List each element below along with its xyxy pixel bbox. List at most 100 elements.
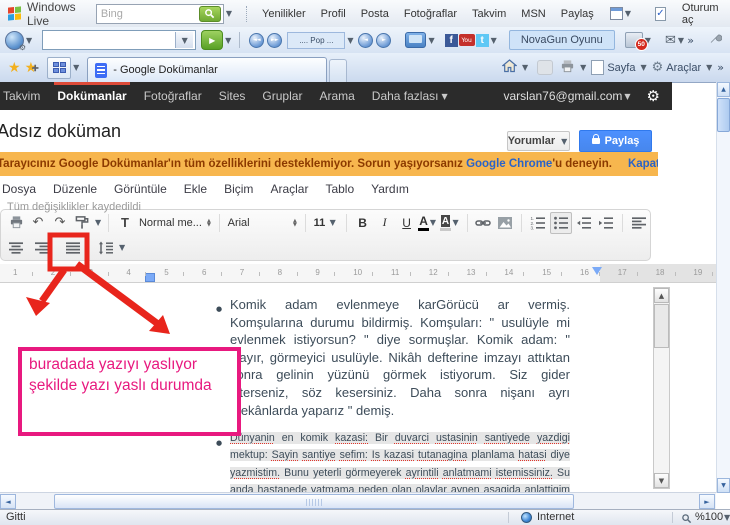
gbar-item-dokumanlar[interactable]: Dokümanlar: [54, 82, 131, 110]
wrench-icon[interactable]: [708, 31, 723, 50]
styles-format-icon[interactable]: T: [115, 213, 135, 233]
twitter-icon[interactable]: t: [475, 33, 489, 47]
live-link-fotograflar[interactable]: Fotoğraflar: [404, 8, 457, 20]
globe-settings-icon[interactable]: [5, 30, 26, 52]
justify-button[interactable]: [63, 238, 83, 258]
print-button[interactable]: [6, 213, 26, 233]
home-dropdown-icon[interactable]: ▼: [522, 63, 528, 72]
volume-down-button[interactable]: ◄: [358, 32, 374, 48]
gbar-item-fotograflar[interactable]: Fotoğraflar: [143, 82, 203, 110]
line-spacing-dropdown-icon[interactable]: ▼: [119, 243, 125, 252]
banner-close-link[interactable]: Kapat: [628, 158, 658, 170]
overflow-chevron[interactable]: »: [687, 34, 694, 47]
zoom-dropdown-icon[interactable]: ▼: [724, 513, 730, 522]
gbar-item-gruplar[interactable]: Gruplar: [261, 82, 303, 110]
editor-scrollbar[interactable]: ▲ ▼: [653, 287, 670, 489]
gbar-item-daha-fazlasi[interactable]: Daha fazlası: [371, 82, 440, 110]
browser-scroll-thumb[interactable]: [717, 98, 730, 132]
address-combo-input[interactable]: ▼: [42, 30, 197, 50]
tools-menu[interactable]: Araçlar: [666, 62, 701, 74]
home-icon[interactable]: [501, 59, 518, 76]
mail-dropdown-icon[interactable]: ▼: [678, 36, 684, 45]
window-layout-icon[interactable]: [609, 7, 623, 20]
quick-tabs-button[interactable]: [47, 56, 72, 79]
live-link-paylas[interactable]: Paylaş: [561, 8, 594, 20]
tv-icon[interactable]: [405, 32, 427, 48]
menu-goruntule[interactable]: Görüntüle: [114, 182, 167, 196]
menu-tablo[interactable]: Tablo: [325, 182, 354, 196]
combo-dropdown-icon[interactable]: ▼: [175, 32, 194, 48]
bing-search-box[interactable]: [95, 3, 224, 24]
menu-duzenle[interactable]: Düzenle: [53, 182, 97, 196]
browser-scrollbar[interactable]: ▲ ▼: [716, 82, 730, 493]
scroll-left-button[interactable]: ◄: [0, 494, 16, 509]
search-icon[interactable]: [198, 5, 221, 22]
italic-button[interactable]: I: [375, 213, 395, 233]
novagun-button[interactable]: NovaGun Oyunu: [508, 30, 615, 50]
go-dropdown-icon[interactable]: ▼: [225, 36, 231, 45]
go-button[interactable]: ▶: [201, 30, 224, 50]
radio-station-label[interactable]: .... Pop ...: [287, 31, 346, 49]
live-link-posta[interactable]: Posta: [361, 8, 389, 20]
undo-button[interactable]: ↶: [28, 213, 48, 233]
editor-scroll-up-button[interactable]: ▲: [654, 288, 669, 303]
highlight-color-button[interactable]: A ▼: [439, 213, 461, 233]
live-link-yenilikler[interactable]: Yenilikler: [262, 8, 306, 20]
text-color-button[interactable]: A ▼: [418, 213, 439, 233]
browser-scroll-down-button[interactable]: ▼: [717, 478, 730, 493]
account-dropdown-icon[interactable]: ▼: [624, 92, 630, 101]
font-dropdown[interactable]: Arial ▲ ▼: [225, 213, 300, 232]
live-link-profil[interactable]: Profil: [321, 8, 346, 20]
menu-bicim[interactable]: Biçim: [224, 182, 253, 196]
search-dropdown-icon[interactable]: ▼: [226, 9, 232, 18]
media-previous-button[interactable]: ◄◄: [249, 32, 265, 48]
globe-dropdown-icon[interactable]: ▼: [26, 36, 32, 45]
left-indent-marker[interactable]: [145, 273, 155, 282]
scroll-right-button[interactable]: ►: [699, 494, 715, 509]
numbered-list-button[interactable]: 1. 2. 3.: [528, 213, 548, 233]
tabbar-overflow-chevron[interactable]: »: [717, 61, 724, 74]
layout-dropdown-icon[interactable]: ▼: [625, 9, 631, 18]
volume-up-button[interactable]: ►: [376, 32, 392, 48]
menu-yardim[interactable]: Yardım: [371, 182, 409, 196]
redo-button[interactable]: ↷: [50, 213, 70, 233]
gbar-item-takvim[interactable]: Takvim: [2, 82, 41, 110]
paint-dropdown-icon[interactable]: ▼: [95, 218, 101, 227]
share-button[interactable]: Paylaş: [579, 130, 652, 152]
align-right-button[interactable]: [32, 238, 52, 258]
underline-button[interactable]: U: [397, 213, 417, 233]
print-icon[interactable]: [560, 59, 575, 77]
gbar-item-sites[interactable]: Sites: [218, 82, 247, 110]
mail-icon[interactable]: ✉: [665, 33, 676, 48]
font-size-dropdown[interactable]: 11 ▼: [311, 213, 341, 232]
print-dropdown-icon[interactable]: ▼: [580, 63, 586, 72]
ruler[interactable]: 1 2 3 4 5 6 7 8 9 10 11 12 13 14 15 16 17 18 19: [0, 264, 716, 283]
page-menu[interactable]: Sayfa: [607, 62, 635, 74]
more-dropdown-icon[interactable]: ▼: [441, 92, 447, 101]
favorites-star-icon[interactable]: ★: [8, 60, 21, 76]
editor-scroll-thumb[interactable]: [654, 304, 669, 348]
account-email[interactable]: varslan76@gmail.com: [503, 89, 622, 103]
tab-google-docs[interactable]: - Google Dokümanlar: [87, 57, 328, 82]
live-link-msn[interactable]: MSN: [521, 8, 545, 20]
bulleted-list-button[interactable]: [550, 211, 573, 234]
insert-link-button[interactable]: [473, 213, 493, 233]
browser-scroll-up-button[interactable]: ▲: [717, 82, 730, 97]
horizontal-scrollbar[interactable]: ◄ ►: [0, 492, 716, 510]
insert-image-button[interactable]: [495, 213, 515, 233]
add-favorite-icon[interactable]: ★: [25, 60, 39, 76]
menu-araclar[interactable]: Araçlar: [270, 182, 308, 196]
tv-dropdown-icon[interactable]: ▼: [428, 36, 434, 45]
menu-ekle[interactable]: Ekle: [184, 182, 207, 196]
settings-gear-icon[interactable]: ⚙: [647, 87, 660, 105]
horizontal-scroll-thumb[interactable]: [54, 494, 574, 509]
menu-dosya[interactable]: Dosya: [2, 182, 36, 196]
checkbox-icon[interactable]: ✓: [655, 6, 666, 21]
tools-dropdown-icon[interactable]: ▼: [706, 63, 712, 72]
social-dropdown-icon[interactable]: ▼: [491, 36, 497, 45]
notifications-badge-icon[interactable]: [624, 32, 648, 51]
facebook-icon[interactable]: f: [444, 33, 458, 47]
editor-scroll-down-button[interactable]: ▼: [654, 473, 669, 488]
line-spacing-button[interactable]: [96, 238, 116, 258]
doc-paragraph-1[interactable]: Komik adam evlenmeye karGörücü ar vermiş…: [216, 296, 570, 419]
